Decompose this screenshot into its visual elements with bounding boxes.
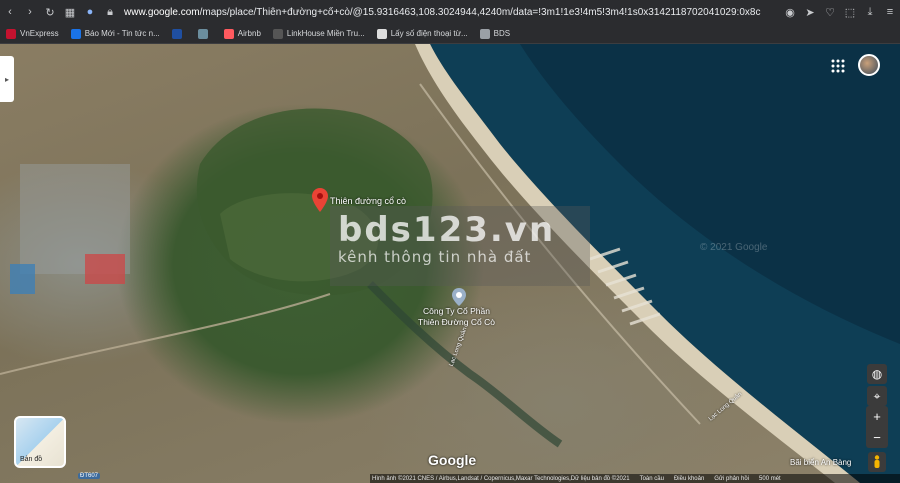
bookmark-item[interactable] [197,28,212,39]
bookmark-item[interactable]: Airbnb [223,28,261,39]
bookmark-item[interactable]: VnExpress [6,28,59,39]
faint-copyright: © 2021 Google [700,242,768,253]
forward-icon[interactable]: › [20,2,40,22]
zoom-out-button[interactable]: − [866,427,888,448]
footer-link[interactable]: Điều khoản [674,476,704,482]
url-path: /maps/place/Thiên+đường+cổ+cò/@15.931646… [199,6,761,18]
document-icon [376,28,387,39]
camera-icon[interactable]: ◉ [780,2,800,22]
heart-icon[interactable]: ♡ [820,2,840,22]
bookmark-label: VnExpress [20,29,59,38]
download-icon[interactable]: ⤓ [860,2,880,22]
bookmark-icon [197,28,208,39]
map-layer-toggle[interactable]: Bản đồ [14,416,66,468]
location-icon[interactable]: ● [80,2,100,22]
account-avatar[interactable] [858,54,880,76]
airbnb-icon [223,28,234,39]
browser-toolbar: ‹ › ↻ ▦ ● 🔒︎ www.google.com /maps/place/… [0,0,900,24]
satellite-map[interactable]: ▸ bds123.vn kênh thông tin nhà đất © 202… [0,44,900,483]
bookmark-label: Báo Mới - Tin tức n... [84,29,160,38]
bookmark-item[interactable]: Lấy số điện thoại từ... [376,28,468,39]
menu-icon[interactable]: ≡ [880,2,900,22]
baomoi-icon [70,28,81,39]
collapse-sidebar-button[interactable]: ▸ [0,56,14,102]
map-footer: Hình ảnh ©2021 CNES / Airbus,Landsat / C… [370,474,900,483]
zoom-control: + − [866,406,888,448]
poi-label[interactable]: Công Ty Cổ Phần Thiên Đường Cổ Cò [418,306,495,328]
back-icon[interactable]: ‹ [0,2,20,22]
box-icon[interactable]: ⬚ [840,2,860,22]
layer-label: Bản đồ [20,456,43,463]
place-label[interactable]: Thiên đường cổ cò [330,196,406,206]
url-host: www.google.com [124,6,200,18]
watermark-subtitle: kênh thông tin nhà đất [338,248,532,266]
road-badge: ĐT607 [78,473,101,479]
linkhouse-icon [272,28,283,39]
footer-link[interactable]: Toàn cầu [640,476,664,482]
address-bar[interactable]: www.google.com /maps/place/Thiên+đường+c… [124,7,780,18]
tabs-grid-icon[interactable]: ▦ [60,2,80,22]
street-view-pegman-icon[interactable] [868,452,886,472]
imagery-credit: Hình ảnh ©2021 CNES / Airbus,Landsat / C… [372,475,630,482]
beach-label[interactable]: Bãi biển An Bàng [790,458,851,467]
bookmarks-bar: VnExpress Báo Mới - Tin tức n... Airbnb Lin… [0,24,900,44]
globe-icon[interactable]: ◍ [867,364,887,384]
watermark-title: bds123.vn [338,210,556,250]
bookmark-label: LinkHouse Miền Tru... [286,29,365,38]
bookmark-item[interactable]: BDS [479,28,511,39]
red-location-pin-icon[interactable] [312,188,328,212]
footer-link[interactable]: Gửi phản hồi [714,476,749,482]
bookmark-item[interactable]: Báo Mới - Tin tức n... [70,28,160,39]
vnexpress-icon [6,28,16,39]
bookmark-label: BDS [493,29,511,38]
poi-label-line2: Thiên Đường Cổ Cò [418,317,495,327]
lock-icon: 🔒︎ [107,5,113,18]
my-location-icon[interactable]: ⌖ [867,386,887,406]
poi-label-line1: Công Ty Cổ Phần [422,306,490,316]
bookmark-icon [171,28,182,39]
folder-icon [479,28,490,39]
bookmark-item[interactable]: LinkHouse Miền Tru... [272,28,365,39]
bookmark-label: Lấy số điện thoại từ... [390,29,468,38]
bookmark-label: Airbnb [237,29,261,38]
footer-link[interactable]: 500 mét [759,476,781,482]
reload-icon[interactable]: ↻ [40,2,60,22]
bookmark-item[interactable] [171,28,186,39]
google-logo: Google [428,452,477,468]
send-icon[interactable]: ➤ [800,2,820,22]
apps-grid-icon[interactable] [830,58,846,74]
poi-pin-icon[interactable] [452,288,466,306]
zoom-in-button[interactable]: + [866,406,888,427]
